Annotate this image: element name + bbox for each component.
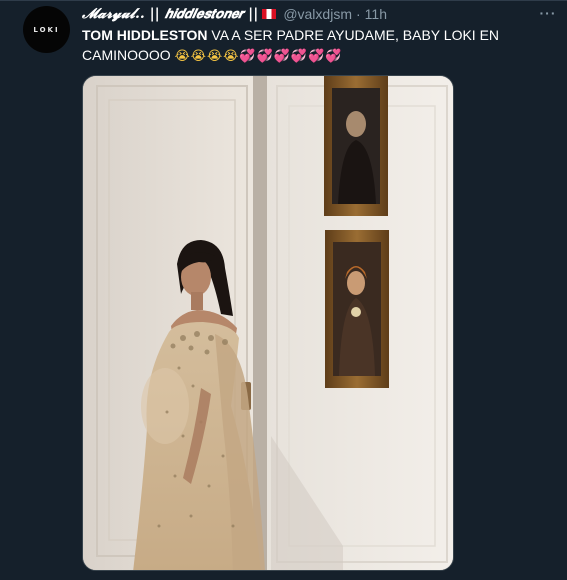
peru-flag-icon xyxy=(262,9,277,19)
tweet-card[interactable]: LOKI 𝓜𝓪𝓻𝔂𝓾𝓵.. || 𝙝𝙞𝙙𝙙𝙡𝙚𝙨𝙩𝙤𝙣𝙚𝙧 || @valxdj… xyxy=(0,0,567,580)
separator-dot: · xyxy=(355,6,361,22)
more-options-icon[interactable]: ··· xyxy=(538,3,558,23)
user-handle[interactable]: @valxdjsm xyxy=(283,6,352,22)
photo-image xyxy=(83,76,453,570)
crying-emoji-icon: 😭😭😭😭 xyxy=(174,49,240,64)
timestamp[interactable]: 11h xyxy=(365,6,387,22)
hearts-emoji-icon: 💞💞💞💞💞💞 xyxy=(239,49,343,64)
tweet-text: TOM HIDDLESTON VA A SER PADRE AYUDAME, B… xyxy=(82,25,542,67)
upper-portrait xyxy=(324,76,388,216)
tweet-text-bold: TOM HIDDLESTON xyxy=(82,27,208,43)
tweet-header: 𝓜𝓪𝓻𝔂𝓾𝓵.. || 𝙝𝙞𝙙𝙙𝙡𝙚𝙨𝙩𝙤𝙣𝙚𝙧 || @valxdjsm · … xyxy=(82,4,387,24)
tweet-photo[interactable] xyxy=(82,75,454,571)
display-name[interactable]: 𝓜𝓪𝓻𝔂𝓾𝓵.. || 𝙝𝙞𝙙𝙙𝙡𝙚𝙨𝙩𝙤𝙣𝙚𝙧 || xyxy=(82,6,258,22)
avatar[interactable]: LOKI xyxy=(23,6,70,53)
avatar-label: LOKI xyxy=(33,25,60,34)
lower-portrait xyxy=(325,230,389,388)
